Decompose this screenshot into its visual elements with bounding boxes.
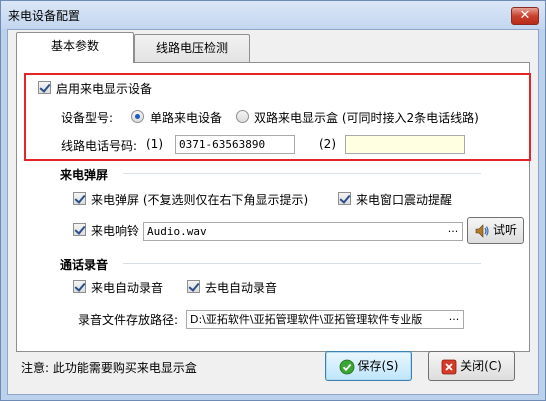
record-path-browse-button[interactable]: ... bbox=[446, 311, 462, 328]
outgoing-record-label: 去电自动录音 bbox=[205, 281, 278, 295]
tab-line-voltage[interactable]: 线路电压检测 bbox=[134, 34, 250, 62]
ring-file-browse-button[interactable]: ... bbox=[445, 223, 461, 240]
title-bar[interactable]: 来电设备配置 ✕ bbox=[1, 1, 545, 29]
test-sound-button[interactable]: 试听 bbox=[467, 217, 524, 244]
window-close-button[interactable]: ✕ bbox=[511, 7, 539, 25]
incoming-record-checkbox[interactable] bbox=[73, 280, 86, 293]
outgoing-record-checkbox[interactable] bbox=[187, 280, 200, 293]
save-button[interactable]: 保存(S) bbox=[325, 351, 412, 381]
ring-file-input[interactable]: Audio.wav bbox=[143, 222, 463, 241]
window-title: 来电设备配置 bbox=[8, 9, 81, 23]
ring-label: 来电响铃 bbox=[91, 224, 140, 238]
dialog-window: 来电设备配置 ✕ 基本参数 线路电压检测 启用来电显示设备 设备型号: 单路来电… bbox=[0, 0, 546, 401]
record-path-input[interactable]: D:\亚拓软件\亚拓管理软件\亚拓管理软件专业版 bbox=[186, 310, 464, 329]
test-sound-label: 试听 bbox=[492, 223, 517, 237]
close-button[interactable]: 关闭(C) bbox=[428, 351, 515, 381]
close-label: 关闭(C) bbox=[460, 359, 502, 373]
record-group-divider bbox=[123, 263, 481, 264]
highlight-box bbox=[24, 73, 531, 161]
check-icon bbox=[339, 359, 354, 374]
tab-basic-params[interactable]: 基本参数 bbox=[16, 32, 134, 63]
record-group-title: 通话录音 bbox=[60, 258, 109, 272]
shake-alert-checkbox[interactable] bbox=[338, 192, 351, 205]
speaker-icon bbox=[475, 223, 489, 238]
record-path-label: 录音文件存放路径: bbox=[78, 313, 179, 327]
popup-group-divider bbox=[123, 173, 481, 174]
close-icon bbox=[441, 359, 457, 374]
save-label: 保存(S) bbox=[357, 359, 399, 373]
popup-checkbox[interactable] bbox=[73, 192, 86, 205]
ring-checkbox[interactable] bbox=[73, 223, 86, 236]
shake-alert-label: 来电窗口震动提醒 bbox=[356, 193, 453, 207]
popup-group-title: 来电弹屏 bbox=[60, 168, 109, 182]
incoming-record-label: 来电自动录音 bbox=[91, 281, 164, 295]
purchase-note: 注意: 此功能需要购买来电显示盒 bbox=[21, 361, 197, 375]
popup-label: 来电弹屏 (不复选则仅在右下角显示提示) bbox=[91, 193, 309, 207]
